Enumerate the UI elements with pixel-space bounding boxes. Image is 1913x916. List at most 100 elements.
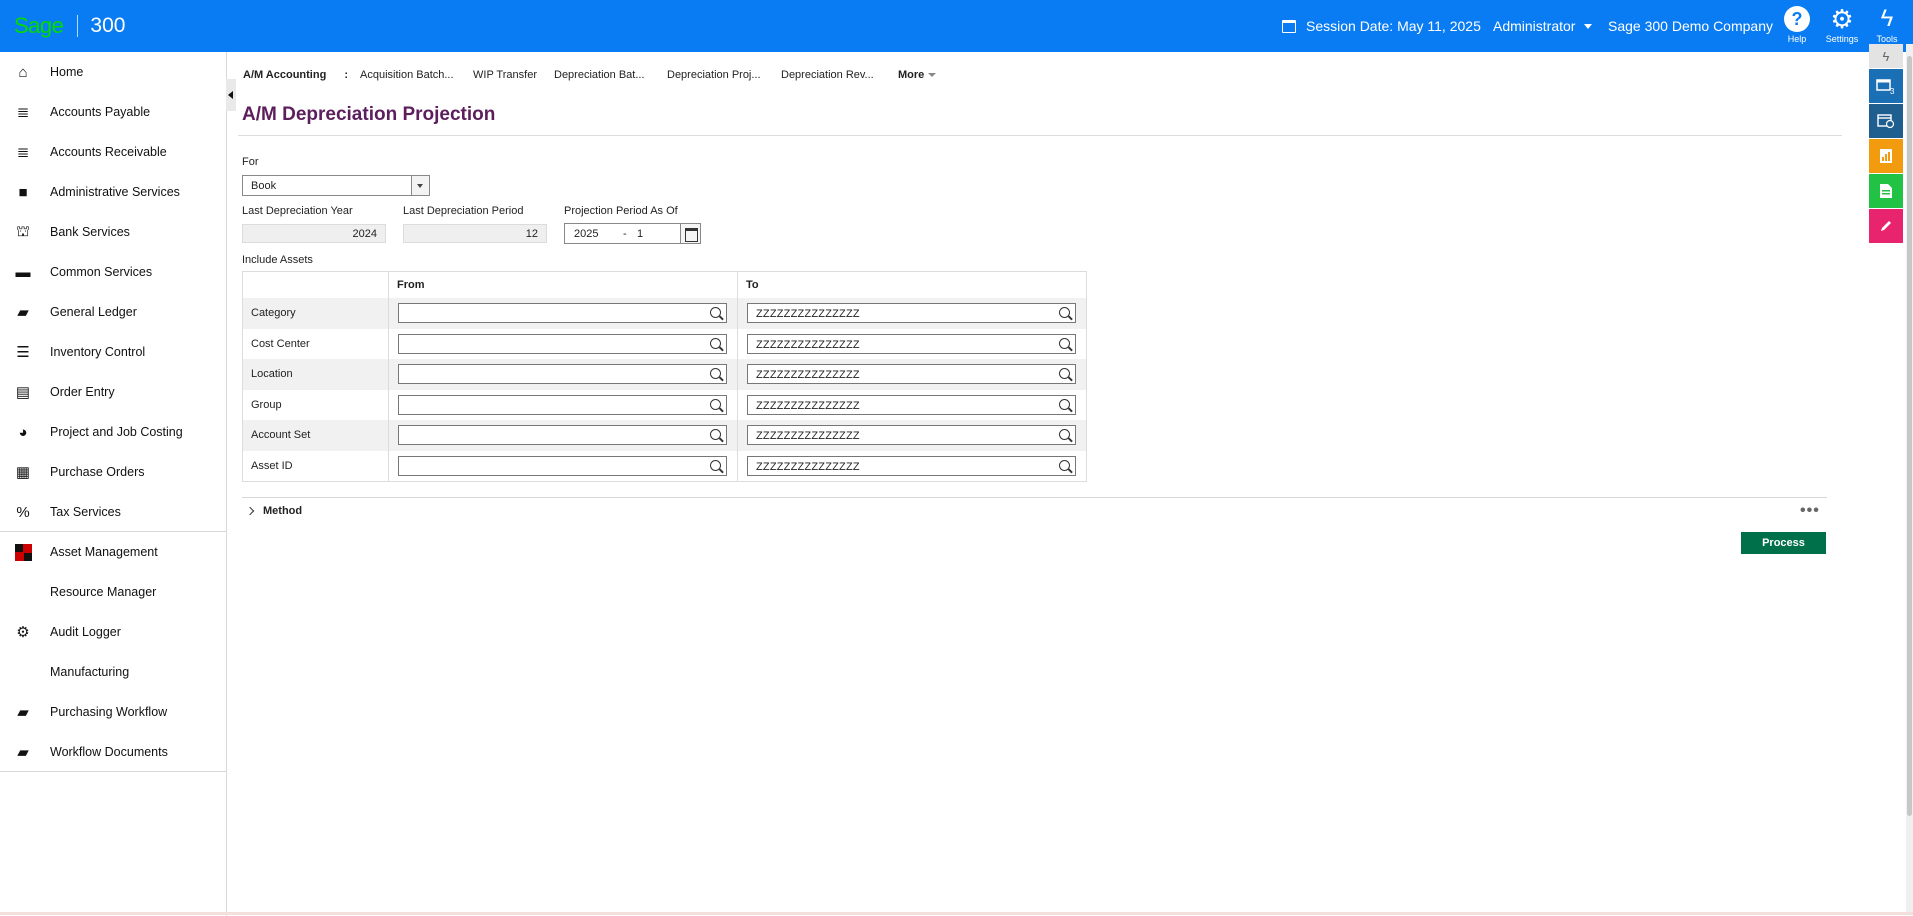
projection-period-field[interactable]: 2025 - 1 <box>564 223 701 244</box>
cost-center-to-field[interactable]: ZZZZZZZZZZZZZZZ <box>747 333 1076 354</box>
method-section-toggle[interactable]: Method <box>245 505 302 517</box>
search-icon[interactable] <box>710 459 721 471</box>
tools-label: Tools <box>1876 34 1898 44</box>
sidebar-item-home[interactable]: ⌂ Home <box>0 52 226 92</box>
search-icon[interactable] <box>1059 307 1070 318</box>
search-icon[interactable] <box>710 368 721 379</box>
projection-period-label: Projection Period As Of <box>564 205 678 217</box>
chevron-right-icon <box>245 506 255 516</box>
category-from-field[interactable] <box>398 303 727 323</box>
sidebar-item-accounts-payable[interactable]: ≣ Accounts Payable <box>0 92 226 132</box>
search-icon[interactable] <box>710 337 721 349</box>
sidebar-item-tax-services[interactable]: % Tax Services <box>0 492 226 532</box>
folder-icon: ▰ <box>17 744 29 761</box>
sidebar-item-label: Purchasing Workflow <box>50 705 168 719</box>
vertical-scrollbar[interactable] <box>1906 44 1913 914</box>
sidebar-item-accounts-receivable[interactable]: ≣ Accounts Receivable <box>0 132 226 172</box>
sidebar-item-resource-manager[interactable]: Resource Manager <box>0 572 226 612</box>
sidebar-item-general-ledger[interactable]: ▰ General Ledger <box>0 292 226 332</box>
sidebar-item-bank-services[interactable]: ⛫ Bank Services <box>0 212 226 252</box>
tab-acquisition-batch[interactable]: Acquisition Batch... <box>360 69 454 81</box>
search-icon[interactable] <box>1059 337 1070 349</box>
group-to-field[interactable]: ZZZZZZZZZZZZZZZ <box>747 394 1076 415</box>
projection-period[interactable]: 1 <box>637 228 643 240</box>
help-icon: ? <box>1784 6 1810 32</box>
table-row: Cost Center ZZZZZZZZZZZZZZZ <box>243 329 1086 360</box>
location-from-field[interactable] <box>398 364 727 384</box>
settings-button[interactable]: ⚙ Settings <box>1820 6 1864 44</box>
search-icon[interactable] <box>710 429 721 440</box>
sidebar-collapse-toggle[interactable] <box>226 79 236 111</box>
more-tabs-dropdown[interactable]: More <box>898 69 936 81</box>
row-label: Location <box>251 368 293 380</box>
sidebar-item-workflow-documents[interactable]: ▰ Workflow Documents <box>0 732 226 772</box>
category-to-field[interactable]: ZZZZZZZZZZZZZZZ <box>747 303 1076 323</box>
sidebar-item-inventory-control[interactable]: ☰ Inventory Control <box>0 332 226 372</box>
scrollbar-thumb[interactable] <box>1907 56 1912 816</box>
for-label: For <box>242 156 259 168</box>
tab-wip-transfer[interactable]: WIP Transfer <box>473 69 537 81</box>
percent-icon: % <box>16 503 30 521</box>
search-icon[interactable] <box>710 307 721 318</box>
sidebar-item-project-and-job-costing[interactable]: ◕ Project and Job Costing <box>0 412 226 452</box>
tab-depreciation-projection[interactable]: Depreciation Proj... <box>667 69 761 81</box>
last-depreciation-year-field: 2024 <box>242 224 386 243</box>
projection-year[interactable]: 2025 <box>574 228 598 240</box>
search-icon[interactable] <box>1059 368 1070 379</box>
sidebar-item-asset-management[interactable]: Asset Management <box>0 532 226 572</box>
method-divider <box>242 497 1827 498</box>
breadcrumb-separator: : <box>344 69 348 81</box>
search-icon[interactable] <box>1059 398 1070 410</box>
calendar-clock-icon[interactable] <box>1869 104 1903 138</box>
account-set-from-field[interactable] <box>398 425 727 445</box>
sidebar-item-label: Project and Job Costing <box>50 425 183 439</box>
table-row: Account Set ZZZZZZZZZZZZZZZ <box>243 420 1086 451</box>
for-select[interactable]: Book <box>242 175 430 196</box>
pen-icon[interactable] <box>1869 209 1903 243</box>
sidebar-item-label: Workflow Documents <box>50 745 168 759</box>
accounts-payable-icon: ≣ <box>16 104 30 121</box>
search-icon[interactable] <box>710 398 721 410</box>
location-to-field[interactable]: ZZZZZZZZZZZZZZZ <box>747 364 1076 384</box>
cost-center-from-field[interactable] <box>398 333 727 354</box>
search-icon[interactable] <box>1059 459 1070 471</box>
sidebar-item-purchase-orders[interactable]: ▦ Purchase Orders <box>0 452 226 492</box>
sidebar-item-label: Home <box>50 65 84 79</box>
sidebar-item-audit-logger[interactable]: ⚙ Audit Logger <box>0 612 226 652</box>
sage-logo[interactable]: Sage 300 <box>14 13 125 39</box>
sidebar-item-manufacturing[interactable]: Manufacturing <box>0 652 226 692</box>
sidebar-item-purchasing-workflow[interactable]: ▰ Purchasing Workflow <box>0 692 226 732</box>
bolt-icon[interactable]: ϟ <box>1869 44 1903 68</box>
process-button[interactable]: Process <box>1741 532 1826 554</box>
sidebar-item-administrative-services[interactable]: ■ Administrative Services <box>0 172 226 212</box>
row-label: Account Set <box>251 429 311 441</box>
tab-depreciation-batch[interactable]: Depreciation Bat... <box>554 69 645 81</box>
search-icon[interactable] <box>1059 429 1070 440</box>
row-label: Cost Center <box>251 337 310 350</box>
company-name[interactable]: Sage 300 Demo Company <box>1608 18 1773 34</box>
calendar-icon[interactable] <box>680 224 700 243</box>
asset-id-to-field[interactable]: ZZZZZZZZZZZZZZZ <box>747 455 1076 476</box>
tab-depreciation-reversal[interactable]: Depreciation Rev... <box>781 69 874 81</box>
chevron-down-icon[interactable] <box>411 176 429 195</box>
sidebar-item-order-entry[interactable]: ▤ Order Entry <box>0 372 226 412</box>
session-date[interactable]: Session Date: May 11, 2025 <box>1282 18 1481 34</box>
sidebar-item-common-services[interactable]: ▬ Common Services <box>0 252 226 292</box>
sidebar: ⌂ Home ≣ Accounts Payable ≣ Accounts Rec… <box>0 52 227 916</box>
calendar-icon <box>1282 19 1296 33</box>
column-divider <box>388 272 389 481</box>
last-depreciation-period-label: Last Depreciation Period <box>403 205 524 217</box>
more-options-icon[interactable]: ••• <box>1800 502 1820 520</box>
tools-button[interactable]: ϟ Tools <box>1865 6 1909 45</box>
help-button[interactable]: ? Help <box>1775 6 1819 44</box>
account-set-to-field[interactable]: ZZZZZZZZZZZZZZZ <box>747 425 1076 445</box>
windows-icon[interactable]: 3 <box>1869 69 1903 103</box>
breadcrumb-module[interactable]: A/M Accounting <box>243 69 326 81</box>
user-menu[interactable]: Administrator <box>1493 18 1593 34</box>
report-icon[interactable] <box>1869 139 1903 173</box>
pie-chart-icon: ◕ <box>18 423 28 441</box>
row-label: Asset ID <box>251 459 293 472</box>
group-from-field[interactable] <box>398 394 727 415</box>
document-new-icon[interactable] <box>1869 174 1903 208</box>
asset-id-from-field[interactable] <box>398 455 727 476</box>
